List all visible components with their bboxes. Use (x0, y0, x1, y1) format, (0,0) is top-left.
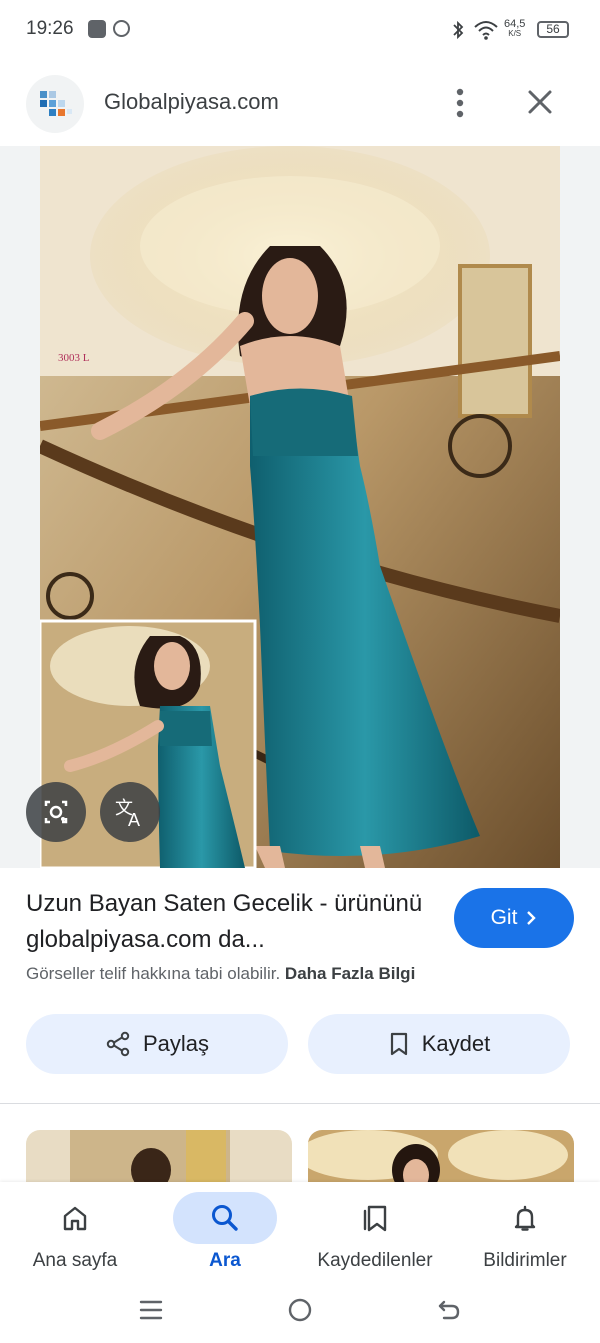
nav-label-notifications: Bildirimler (483, 1250, 567, 1271)
translate-icon: 文 A (115, 798, 140, 830)
save-label: Kaydet (421, 1031, 491, 1056)
bluetooth-icon (453, 20, 464, 40)
share-label: Paylaş (142, 1031, 210, 1056)
nav-item-search[interactable]: Ara (150, 1188, 300, 1278)
recent-apps-icon[interactable] (138, 1298, 164, 1322)
notification-app-icon (88, 20, 106, 38)
nav-saved-icon-wrap (323, 1192, 427, 1244)
visit-button-label: Git (490, 906, 518, 929)
viewer-header (0, 60, 600, 146)
more-options-icon[interactable] (448, 86, 472, 120)
network-speed-unit: K/S (508, 29, 522, 38)
product-photo: 3003 L (40, 146, 560, 868)
bookmark-icon (390, 1032, 407, 1056)
close-icon[interactable] (522, 84, 558, 120)
site-name[interactable]: Globalpiyasa.com (104, 89, 279, 115)
translate-button[interactable]: 文 A (100, 782, 160, 842)
related-image-1 (26, 1130, 292, 1190)
visit-button[interactable]: Git (454, 888, 574, 948)
status-time: 19:26 (26, 18, 74, 39)
wifi-icon (474, 21, 498, 40)
chevron-right-icon (527, 911, 537, 925)
globalpiyasa-logo-icon (40, 91, 72, 116)
share-button[interactable]: Paylaş (26, 1014, 288, 1074)
site-favicon[interactable] (26, 75, 84, 133)
save-button[interactable]: Kaydet (308, 1014, 570, 1074)
nav-label-home: Ana sayfa (32, 1250, 118, 1271)
nav-item-notifications[interactable]: Bildirimler (450, 1188, 600, 1278)
nav-label-saved: Kaydedilenler (317, 1250, 433, 1271)
learn-more-link[interactable]: Daha Fazla Bilgi (285, 964, 415, 983)
network-speed-value: 64,5 (504, 18, 526, 30)
result-title[interactable]: Uzun Bayan Saten Gecelik - ürününü globa… (26, 886, 426, 958)
bell-icon (514, 1205, 536, 1231)
battery-indicator: 56 (537, 21, 569, 38)
related-image-2 (308, 1130, 574, 1190)
nav-search-icon-wrap (173, 1192, 277, 1244)
nav-item-saved[interactable]: Kaydedilenler (300, 1188, 450, 1278)
related-image-thumbnail[interactable] (26, 1130, 292, 1190)
network-speed: 64,5 K/S (504, 19, 525, 39)
copyright-notice: Görseller telif hakkına tabi olabilir. D… (26, 964, 415, 984)
svg-text:A: A (128, 810, 140, 830)
google-lens-icon (44, 800, 68, 824)
home-icon (63, 1206, 87, 1231)
nav-label-search: Ara (209, 1250, 241, 1271)
back-icon[interactable] (436, 1297, 462, 1323)
saved-icon (363, 1205, 387, 1232)
svg-text:3003 L: 3003 L (58, 352, 90, 364)
copyright-text: Görseller telif hakkına tabi olabilir. (26, 964, 281, 983)
nav-notifications-icon-wrap (473, 1192, 577, 1244)
share-icon (106, 1031, 130, 1057)
notification-video-icon (113, 20, 130, 37)
search-icon (212, 1205, 238, 1231)
home-circle-icon[interactable] (287, 1297, 313, 1323)
lens-search-button[interactable] (26, 782, 86, 842)
section-divider (0, 1103, 600, 1104)
product-image[interactable]: 3003 L (40, 146, 560, 868)
nav-home-icon-wrap (23, 1192, 127, 1244)
nav-item-home[interactable]: Ana sayfa (0, 1188, 150, 1278)
related-image-thumbnail[interactable] (308, 1130, 574, 1190)
